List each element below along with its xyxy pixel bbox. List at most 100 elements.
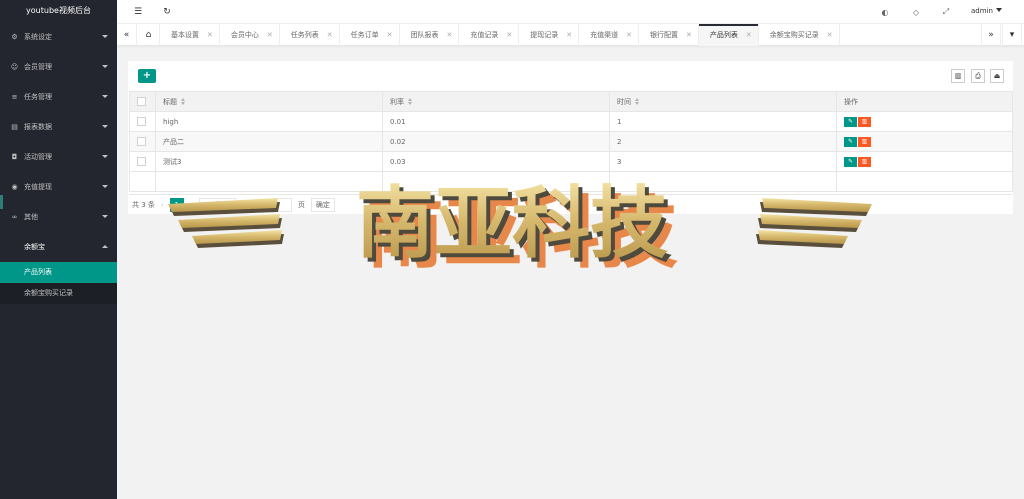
next-page-icon[interactable]: › <box>190 201 193 209</box>
close-icon[interactable]: ✕ <box>827 24 833 46</box>
app-title: youtube视频后台 <box>26 6 91 15</box>
close-icon[interactable]: ✕ <box>626 24 632 46</box>
close-icon[interactable]: ✕ <box>746 24 752 46</box>
tab-label: 提现记录 <box>530 31 559 39</box>
refresh-icon[interactable]: ↻ <box>161 6 173 18</box>
user-menu[interactable]: admin <box>971 7 1002 15</box>
tab-withdraw-records[interactable]: 提现记录 ✕ <box>519 24 580 46</box>
sidebar-subitem-purchase-records[interactable]: 余额宝购买记录 <box>0 283 117 304</box>
theme-icon[interactable]: ◐ <box>880 7 890 17</box>
close-icon[interactable]: ✕ <box>207 24 213 46</box>
columns-filter-icon[interactable]: ▥ <box>951 69 965 83</box>
sidebar-item-tasks[interactable]: ≡ 任务管理 <box>0 82 117 112</box>
page-number-current[interactable]: 1 <box>169 197 184 212</box>
pager-confirm-button[interactable]: 确定 <box>310 197 335 212</box>
sidebar-item-label: 任务管理 <box>24 93 52 101</box>
pager-refresh-icon[interactable]: ↻ <box>242 201 248 209</box>
chevron-down-icon <box>102 35 108 38</box>
header-label: 标题 <box>163 97 177 106</box>
export-icon[interactable]: ⏏ <box>990 69 1004 83</box>
prev-page-icon[interactable]: ‹ <box>161 201 164 209</box>
money-icon: ◉ <box>11 183 18 191</box>
close-icon[interactable]: ✕ <box>267 24 273 46</box>
row-select-cell[interactable] <box>129 131 156 152</box>
home-icon[interactable]: ⌂ <box>138 24 160 46</box>
close-icon[interactable]: ✕ <box>387 24 393 46</box>
row-select-cell[interactable] <box>129 111 156 132</box>
column-header-actions: 操作 <box>836 91 1013 112</box>
tab-recharge-channels[interactable]: 充值渠道 ✕ <box>579 24 639 46</box>
row-select-cell[interactable] <box>129 151 156 172</box>
print-icon[interactable]: ⎙ <box>971 69 985 83</box>
sort-icon[interactable] <box>635 98 640 105</box>
close-icon[interactable]: ✕ <box>686 24 692 46</box>
delete-icon[interactable]: ▥ <box>858 116 871 127</box>
link-icon: ∞ <box>11 213 18 221</box>
cell-title: high <box>155 111 383 132</box>
edit-icon[interactable]: ✎ <box>844 136 857 147</box>
close-icon[interactable]: ✕ <box>327 24 333 46</box>
menu-toggle-icon[interactable]: ☰ <box>132 6 144 18</box>
tab-task-list[interactable]: 任务列表 ✕ <box>280 24 340 46</box>
tab-basic-settings[interactable]: 基本设置 ✕ <box>160 24 220 46</box>
tab-member-center[interactable]: 会员中心 ✕ <box>220 24 280 46</box>
cell-time: 3 <box>609 151 837 172</box>
tab-product-list[interactable]: 产品列表 ✕ <box>698 24 759 46</box>
select-all-checkbox[interactable] <box>137 97 146 106</box>
tabs-scroll-right-icon[interactable]: » <box>981 24 1001 46</box>
sidebar-item-label: 活动管理 <box>24 153 52 161</box>
caret-down-icon <box>995 8 1002 12</box>
close-icon[interactable]: ✕ <box>566 24 572 46</box>
sidebar-item-reports[interactable]: ▤ 报表数据 <box>0 112 117 142</box>
row-checkbox[interactable] <box>137 137 146 146</box>
tab-bank-config[interactable]: 银行配置 ✕ <box>639 24 699 46</box>
gamepad-icon: ◘ <box>11 153 18 161</box>
edit-icon[interactable]: ✎ <box>844 116 857 127</box>
sort-icon[interactable] <box>181 98 186 105</box>
tabs-menu-icon[interactable]: ▾ <box>1002 24 1022 46</box>
list-icon: ≡ <box>11 93 18 101</box>
pager-total: 共 3 条 <box>132 200 155 209</box>
sidebar-item-activities[interactable]: ◘ 活动管理 <box>0 142 117 172</box>
sidebar-item-label: 会员管理 <box>24 63 52 71</box>
sidebar-item-members[interactable]: ☺ 会员管理 <box>0 52 117 82</box>
close-icon[interactable]: ✕ <box>447 24 453 46</box>
add-button[interactable]: + <box>138 69 156 83</box>
table-row: high 0.01 1 ✎ ▥ <box>129 111 1013 132</box>
sidebar-item-system[interactable]: ⚙ 系统设定 <box>0 22 117 52</box>
table-row: 产品二 0.02 2 ✎ ▥ <box>129 131 1013 152</box>
sort-icon[interactable] <box>408 98 413 105</box>
sidebar-item-yuebao[interactable]: 余额宝 <box>0 232 117 262</box>
fullscreen-icon[interactable]: ⤢ <box>941 7 951 17</box>
tab-label: 任务订单 <box>350 31 379 39</box>
edit-icon[interactable]: ✎ <box>844 156 857 167</box>
delete-icon[interactable]: ▥ <box>858 136 871 147</box>
sidebar-item-recharge[interactable]: ◉ 充值提现 <box>0 172 117 202</box>
page-input[interactable] <box>273 197 292 212</box>
chevron-up-icon <box>102 245 108 248</box>
row-checkbox[interactable] <box>137 157 146 166</box>
tab-recharge-records[interactable]: 充值记录 ✕ <box>459 24 520 46</box>
tab-yuebao-records[interactable]: 余额宝购买记录 ✕ <box>759 24 840 46</box>
column-header-time[interactable]: 时间 <box>609 91 837 112</box>
delete-icon[interactable]: ▥ <box>858 156 871 167</box>
row-checkbox[interactable] <box>137 117 146 126</box>
tab-bar: « ⌂ 基本设置 ✕ 会员中心 ✕ 任务列表 ✕ 任务订单 ✕ 团队报表 ✕ 充值记录 ✕ … <box>117 24 1024 46</box>
tab-label: 任务列表 <box>290 31 319 39</box>
tab-task-orders[interactable]: 任务订单 ✕ <box>340 24 400 46</box>
tab-team-report[interactable]: 团队报表 ✕ <box>400 24 460 46</box>
user-icon: ☺ <box>10 63 19 71</box>
column-header-rate[interactable]: 利率 <box>382 91 610 112</box>
sidebar-item-other[interactable]: ∞ 其他 <box>0 202 117 232</box>
column-header-title[interactable]: 标题 <box>155 91 383 112</box>
chevron-down-icon <box>102 65 108 68</box>
page-size-select[interactable]: 10 条/页 <box>198 197 237 212</box>
sidebar-subitem-products[interactable]: 产品列表 <box>0 262 117 283</box>
close-icon[interactable]: ✕ <box>506 24 512 46</box>
tag-icon[interactable]: ◇ <box>911 7 921 17</box>
tabs-scroll-left-icon[interactable]: « <box>117 24 137 46</box>
empty-cell <box>129 171 156 192</box>
chevron-down-icon <box>102 95 108 98</box>
select-all-cell[interactable] <box>129 91 156 112</box>
cell-title: 产品二 <box>155 131 383 152</box>
